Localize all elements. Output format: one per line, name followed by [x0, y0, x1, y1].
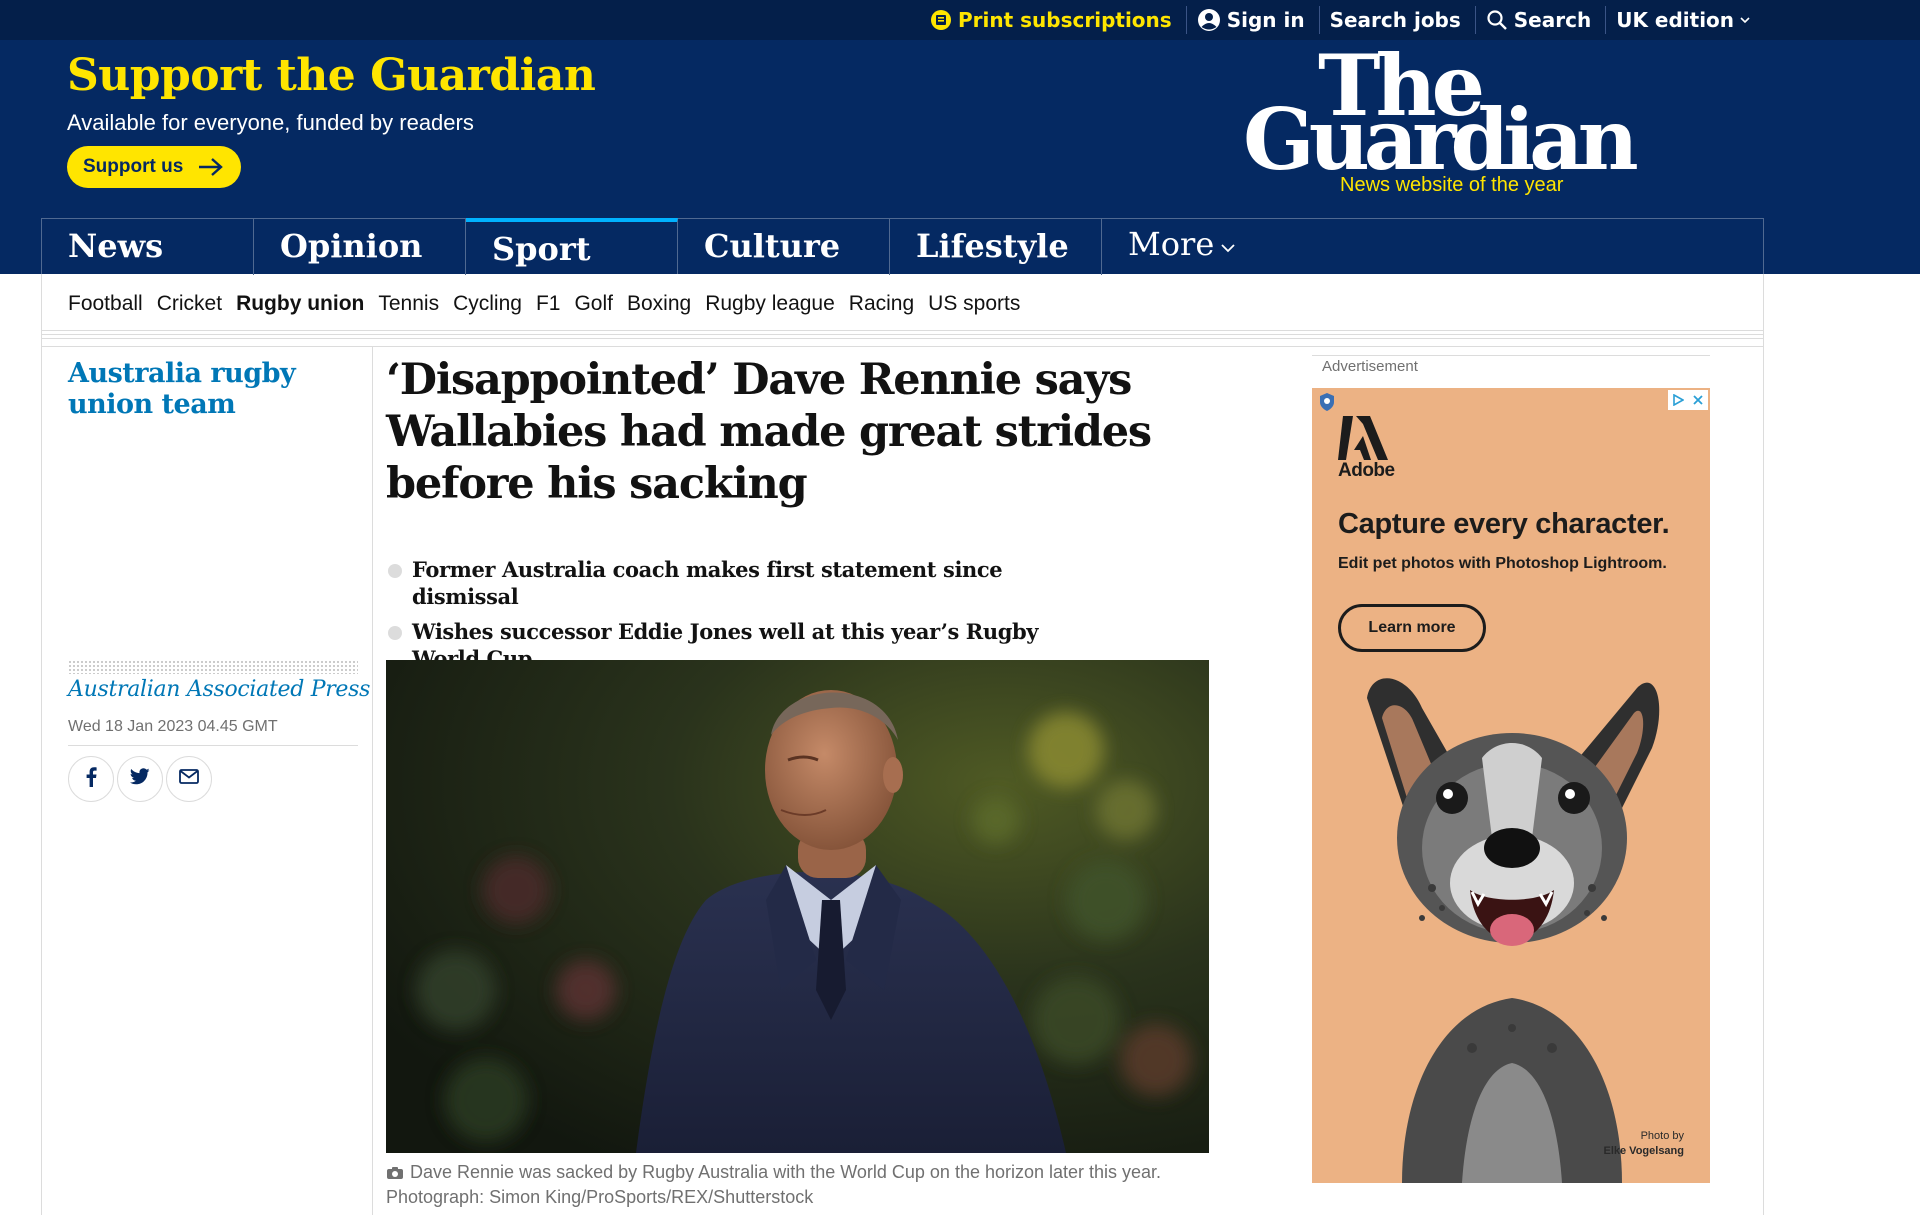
pillar-lifestyle[interactable]: Lifestyle [890, 219, 1102, 275]
close-icon[interactable] [1688, 390, 1708, 410]
edition-selector[interactable]: UK edition [1606, 6, 1765, 34]
privacy-shield-icon[interactable] [1318, 392, 1336, 417]
search-label: Search [1513, 8, 1592, 32]
advertisement-label: Advertisement [1322, 358, 1418, 375]
dog-photo-illustration [1367, 678, 1660, 1183]
search-icon [1486, 9, 1508, 31]
support-subtitle: Available for everyone, funded by reader… [67, 110, 474, 135]
twitter-icon [129, 768, 150, 790]
subnav-item-rugby-union[interactable]: Rugby union [236, 292, 364, 316]
subnav-item-football[interactable]: Football [68, 292, 143, 316]
utility-links: Print subscriptions Sign in Search jobs … [920, 0, 1765, 40]
standfirst-bullet: Former Australia coach makes first state… [386, 556, 1086, 610]
logo-word-guardian[interactable]: Guardian [1243, 98, 1639, 182]
ad-photo-credit-label: Photo by [1640, 1130, 1684, 1142]
subnav-item-tennis[interactable]: Tennis [378, 292, 439, 316]
top-utility-bar: Print subscriptions Sign in Search jobs … [0, 0, 1920, 40]
pillar-news[interactable]: News [42, 219, 254, 275]
arrow-right-icon [197, 156, 225, 178]
sign-in-label: Sign in [1226, 8, 1305, 32]
pillar-culture[interactable]: Culture [678, 219, 890, 275]
ad-learn-more-button[interactable]: Learn more [1338, 604, 1486, 652]
pillar-sport[interactable]: Sport [466, 218, 678, 274]
chevron-down-icon [1220, 243, 1236, 253]
divider [68, 745, 358, 746]
subnav-item-cricket[interactable]: Cricket [157, 292, 222, 316]
caption-text: Dave Rennie was sacked by Rugby Australi… [386, 1162, 1162, 1207]
share-facebook-button[interactable] [68, 756, 114, 802]
pillar-opinion[interactable]: Opinion [254, 219, 466, 275]
ad-photo-credit-name: Elke Vogelsang [1603, 1145, 1685, 1157]
ad-choices[interactable] [1668, 390, 1708, 410]
subnav-item-cycling[interactable]: Cycling [453, 292, 522, 316]
bullet-dot [388, 626, 402, 640]
pillar-navigation: News Opinion Sport Culture Lifestyle Mor… [41, 218, 1764, 275]
coach-photo-illustration [386, 660, 1209, 1153]
article-main-image[interactable] [386, 660, 1209, 1153]
print-subscriptions-label: Print subscriptions [958, 8, 1172, 32]
column-divider [372, 346, 373, 1215]
support-us-button[interactable]: Support us [67, 146, 241, 188]
user-icon [1197, 8, 1221, 32]
logo-tagline: News website of the year [1340, 174, 1564, 196]
divider [41, 346, 1764, 347]
newspaper-icon [930, 9, 952, 31]
share-twitter-button[interactable] [117, 756, 163, 802]
search-link[interactable]: Search [1476, 6, 1607, 34]
byline-link[interactable]: Australian Associated Press [68, 677, 370, 702]
search-jobs-link[interactable]: Search jobs [1320, 6, 1476, 34]
pillar-more-menu[interactable]: More [1102, 219, 1302, 275]
dotted-divider [68, 660, 358, 674]
sign-in-link[interactable]: Sign in [1187, 6, 1320, 34]
share-email-button[interactable] [166, 756, 212, 802]
ad-brand-name: Adobe [1338, 460, 1395, 481]
adobe-advert[interactable]: Adobe Capture every character. Edit pet … [1312, 388, 1710, 1183]
camera-icon [386, 1166, 404, 1180]
sport-subnav: Football Cricket Rugby union Tennis Cycl… [68, 290, 1034, 318]
subnav-item-rugby-league[interactable]: Rugby league [705, 292, 835, 316]
subnav-item-boxing[interactable]: Boxing [627, 292, 691, 316]
print-subscriptions-link[interactable]: Print subscriptions [920, 6, 1187, 34]
adchoices-icon[interactable] [1668, 390, 1688, 410]
email-icon [179, 769, 199, 789]
subnav-item-racing[interactable]: Racing [849, 292, 914, 316]
support-title: Support the Guardian [67, 50, 596, 101]
edition-label: UK edition [1616, 8, 1735, 32]
divider [41, 334, 1764, 335]
article-headline: ‘Disappointed’ Dave Rennie says Wallabie… [386, 355, 1152, 509]
standfirst-text: Former Australia coach makes first state… [412, 557, 1003, 609]
bullet-dot [388, 564, 402, 578]
chevron-down-icon [1739, 15, 1751, 25]
adobe-logo-icon [1338, 416, 1388, 465]
subnav-item-golf[interactable]: Golf [574, 292, 613, 316]
divider [41, 338, 1764, 339]
image-caption: Dave Rennie was sacked by Rugby Australi… [386, 1160, 1226, 1210]
divider [41, 330, 1764, 331]
subnav-item-us-sports[interactable]: US sports [928, 292, 1020, 316]
subnav-item-f1[interactable]: F1 [536, 292, 561, 316]
ad-subheadline: Edit pet photos with Photoshop Lightroom… [1338, 555, 1667, 572]
publish-date[interactable]: Wed 18 Jan 2023 04.45 GMT [68, 718, 278, 736]
facebook-icon [84, 766, 98, 792]
pillar-more-label: More [1128, 225, 1215, 263]
support-us-label: Support us [83, 156, 184, 177]
search-jobs-label: Search jobs [1329, 8, 1461, 32]
series-link[interactable]: Australia rugby union team [68, 358, 360, 420]
ad-headline: Capture every character. [1338, 508, 1670, 540]
